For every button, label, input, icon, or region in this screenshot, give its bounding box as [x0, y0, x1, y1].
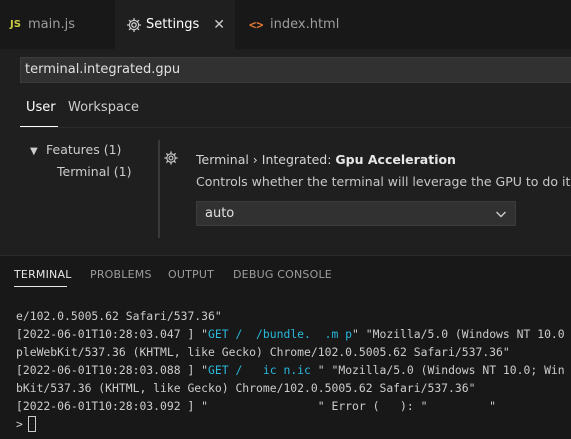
log-suffix: " "Mozilla/5.0 (Windows NT 10.0; Win: [317, 363, 565, 377]
setting-focus-indicator: [158, 140, 160, 238]
divider: [20, 127, 571, 128]
toc-item-terminal[interactable]: Terminal (1): [57, 164, 132, 179]
log-request: GET / ic n.ic: [208, 363, 318, 377]
tab-label: main.js: [28, 17, 75, 32]
settings-gear-icon: [126, 17, 142, 32]
terminal-line: [2022-06-01T10:28:03.047 ] "GET / /bundl…: [16, 325, 571, 343]
tab-output[interactable]: OUTPUT: [168, 268, 214, 281]
prompt-symbol: >: [16, 417, 23, 431]
select-value: auto: [205, 206, 235, 221]
html-file-icon: <>: [249, 17, 264, 32]
toc-label: Features (1): [46, 142, 122, 157]
javascript-file-icon: JS: [10, 19, 21, 30]
close-icon[interactable]: ✕: [213, 17, 225, 33]
gpu-acceleration-select[interactable]: auto: [196, 201, 516, 226]
tab-index-html[interactable]: <> index.html: [235, 0, 365, 49]
tab-problems[interactable]: PROBLEMS: [90, 268, 152, 281]
terminal-cursor: [27, 416, 36, 432]
active-tab-indicator: [14, 286, 67, 287]
toc-item-features[interactable]: ▼ Features (1): [30, 142, 121, 157]
terminal-line: pleWebKit/537.36 (KHTML, like Gecko) Chr…: [16, 345, 510, 359]
tab-label: Settings: [146, 17, 200, 32]
tab-label: index.html: [270, 17, 340, 32]
terminal-line: [2022-06-01T10:28:03.088 ] "GET / ic n.i…: [16, 361, 571, 379]
editor-tab-bar: JS main.js Settings ✕ <> index.html: [0, 0, 571, 49]
terminal-line: [2022-06-01T10:28:03.092 ] " " Error ( )…: [16, 399, 497, 413]
chevron-down-icon: [496, 211, 506, 218]
setting-category: Terminal › Integrated:: [196, 152, 336, 167]
log-suffix: " "Mozilla/5.0 (Windows NT 10.0: [352, 327, 565, 341]
log-prefix: [2022-06-01T10:28:03.088 ] ": [16, 363, 209, 377]
settings-search-input[interactable]: terminal.integrated.gpu: [20, 57, 571, 83]
chevron-down-icon: ▼: [30, 146, 38, 157]
tab-settings[interactable]: Settings ✕: [115, 0, 235, 49]
setting-name: Gpu Acceleration: [335, 152, 456, 167]
terminal-line: bKit/537.36 (KHTML, like Gecko) Chrome/1…: [16, 381, 476, 395]
tab-user[interactable]: User: [26, 100, 56, 115]
gear-icon[interactable]: [164, 151, 178, 165]
tab-terminal[interactable]: TERMINAL: [14, 268, 72, 281]
terminal-line: e/102.0.5005.62 Safari/537.36": [16, 309, 222, 323]
log-prefix: [2022-06-01T10:28:03.047 ] ": [16, 327, 209, 341]
tab-main-js[interactable]: JS main.js: [0, 0, 115, 49]
setting-description: Controls whether the terminal will lever…: [196, 174, 571, 189]
setting-title: Terminal › Integrated: Gpu Acceleration: [196, 152, 456, 167]
tab-workspace[interactable]: Workspace: [68, 100, 139, 115]
tab-debug-console[interactable]: DEBUG CONSOLE: [233, 268, 332, 281]
terminal-prompt[interactable]: >: [16, 415, 571, 433]
log-request: GET / /bundle. .m p: [208, 327, 353, 341]
terminal-output[interactable]: e/102.0.5005.62 Safari/537.36" [2022-06-…: [16, 307, 571, 433]
